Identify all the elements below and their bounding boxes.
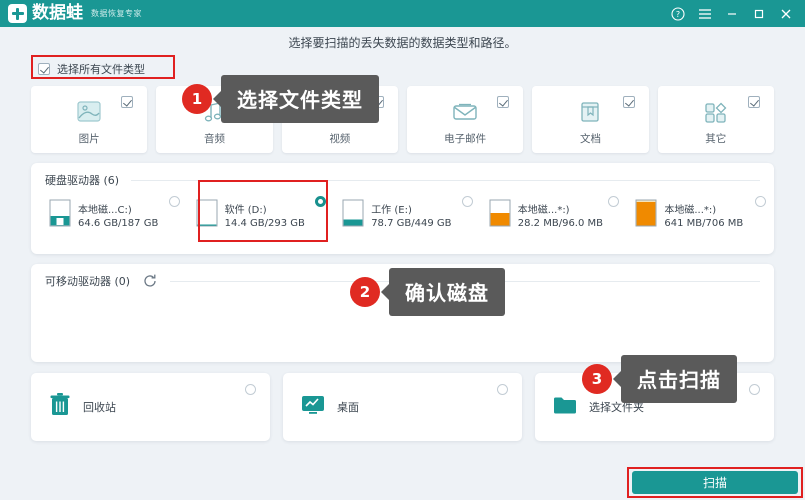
file-type-checkbox[interactable] xyxy=(121,96,134,108)
folder-icon xyxy=(552,394,578,420)
file-type-panel: 图片 音频 视频 电子邮件 文档 其它 xyxy=(31,86,774,153)
file-type-label: 图片 xyxy=(78,132,100,145)
trash-bin-icon xyxy=(48,392,72,422)
file-type-card-document[interactable]: 文档 xyxy=(532,86,649,153)
app-subtitle: 数据恢复专家 xyxy=(91,9,142,18)
frog-cross-logo-icon xyxy=(8,4,27,23)
drive-name: 本地磁...*:) xyxy=(664,205,717,216)
callout-badge: 1 xyxy=(182,84,212,114)
file-type-checkbox[interactable] xyxy=(622,96,635,108)
callout-3: 3 点击扫描 xyxy=(582,355,737,403)
select-all-file-types[interactable]: 选择所有文件类型 xyxy=(38,61,145,77)
hard-drives-panel: 硬盘驱动器 (6) 本地磁...C:) 64.6 GB/187 GB 软件 (D… xyxy=(31,163,774,254)
callout-2: 2 确认磁盘 xyxy=(350,268,505,316)
removable-drives-title: 可移动驱动器 (0) xyxy=(45,275,131,288)
drive-name: 工作 (E:) xyxy=(371,205,412,216)
drive-size: 78.7 GB/449 GB xyxy=(371,218,452,229)
drive-item-e[interactable]: 工作 (E:) 78.7 GB/449 GB xyxy=(334,194,481,232)
drive-radio[interactable] xyxy=(168,196,180,207)
source-card-recycle-bin[interactable]: 回收站 xyxy=(31,373,270,441)
source-card-desktop[interactable]: 桌面 xyxy=(283,373,522,441)
svg-text:?: ? xyxy=(675,10,679,19)
drive-name: 本地磁...C:) xyxy=(78,205,132,216)
file-type-label: 其它 xyxy=(705,132,727,145)
callout-text: 确认磁盘 xyxy=(389,268,505,316)
drive-radio[interactable] xyxy=(608,196,620,207)
select-all-label: 选择所有文件类型 xyxy=(57,63,145,76)
callout-text: 点击扫描 xyxy=(621,355,737,403)
drive-item-c[interactable]: 本地磁...C:) 64.6 GB/187 GB xyxy=(41,194,188,232)
hard-drives-title: 硬盘驱动器 (6) xyxy=(45,174,120,187)
drive-icon xyxy=(342,198,364,232)
drive-radio[interactable] xyxy=(754,196,766,207)
file-type-label: 文档 xyxy=(579,132,601,145)
select-all-checkbox[interactable] xyxy=(38,63,50,75)
file-type-checkbox[interactable] xyxy=(747,96,760,108)
drive-icon xyxy=(635,198,657,232)
callout-badge: 2 xyxy=(350,277,380,307)
minimize-icon[interactable] xyxy=(718,0,745,27)
file-type-label: 视频 xyxy=(329,132,351,145)
drive-item-local-2[interactable]: 本地磁...*:) 641 MB/706 MB xyxy=(627,194,774,232)
refresh-icon[interactable] xyxy=(142,273,158,289)
drive-radio[interactable] xyxy=(461,196,473,207)
callout-text: 选择文件类型 xyxy=(221,75,379,123)
source-radio[interactable] xyxy=(245,384,256,395)
source-radio[interactable] xyxy=(749,384,760,395)
close-icon[interactable] xyxy=(772,0,799,27)
drive-icon xyxy=(489,198,511,232)
file-type-checkbox[interactable] xyxy=(497,96,510,108)
drive-item-local-1[interactable]: 本地磁...*:) 28.2 MB/96.0 MB xyxy=(481,194,628,232)
maximize-icon[interactable] xyxy=(745,0,772,27)
source-label: 回收站 xyxy=(83,401,116,414)
hard-drive-list: 本地磁...C:) 64.6 GB/187 GB 软件 (D:) 14.4 GB… xyxy=(31,188,774,232)
hamburger-menu-icon[interactable] xyxy=(691,0,718,27)
other-shapes-icon xyxy=(702,98,730,126)
instruction-text: 选择要扫描的丢失数据的数据类型和路径。 xyxy=(288,36,517,50)
drive-size: 64.6 GB/187 GB xyxy=(78,218,159,229)
image-icon xyxy=(75,98,103,126)
file-type-label: 电子邮件 xyxy=(444,132,487,145)
scan-button[interactable]: 扫描 xyxy=(632,471,798,494)
file-type-card-email[interactable]: 电子邮件 xyxy=(406,86,524,153)
document-bookmark-icon xyxy=(576,98,604,126)
scan-button-highlight: 扫描 xyxy=(627,467,803,498)
app-window: 数据蛙 数据恢复专家 ? 选择要扫描的丢失数据的数据类型和路径。 选择所有文件类… xyxy=(0,0,805,500)
drive-name: 本地磁...*:) xyxy=(517,205,570,216)
callout-badge: 3 xyxy=(582,364,612,394)
app-logo: 数据蛙 数据恢复专家 xyxy=(0,4,142,23)
title-bar: 数据蛙 数据恢复专家 ? xyxy=(0,0,805,27)
selected-drive-highlight xyxy=(198,180,328,242)
drive-size: 28.2 MB/96.0 MB xyxy=(517,218,604,229)
email-envelope-icon xyxy=(451,98,479,126)
help-circle-icon[interactable]: ? xyxy=(664,0,691,27)
source-label: 桌面 xyxy=(337,401,359,414)
desktop-monitor-icon xyxy=(300,393,326,421)
drive-size: 641 MB/706 MB xyxy=(664,218,744,229)
file-type-card-other[interactable]: 其它 xyxy=(657,86,774,153)
drive-icon xyxy=(49,198,71,232)
window-controls: ? xyxy=(664,0,799,27)
file-type-label: 音频 xyxy=(203,132,225,145)
callout-1: 1 选择文件类型 xyxy=(182,75,379,123)
source-radio[interactable] xyxy=(497,384,508,395)
app-title: 数据蛙 xyxy=(32,3,83,23)
hard-drives-header: 硬盘驱动器 (6) xyxy=(31,163,774,188)
file-type-card-image[interactable]: 图片 xyxy=(31,86,148,153)
